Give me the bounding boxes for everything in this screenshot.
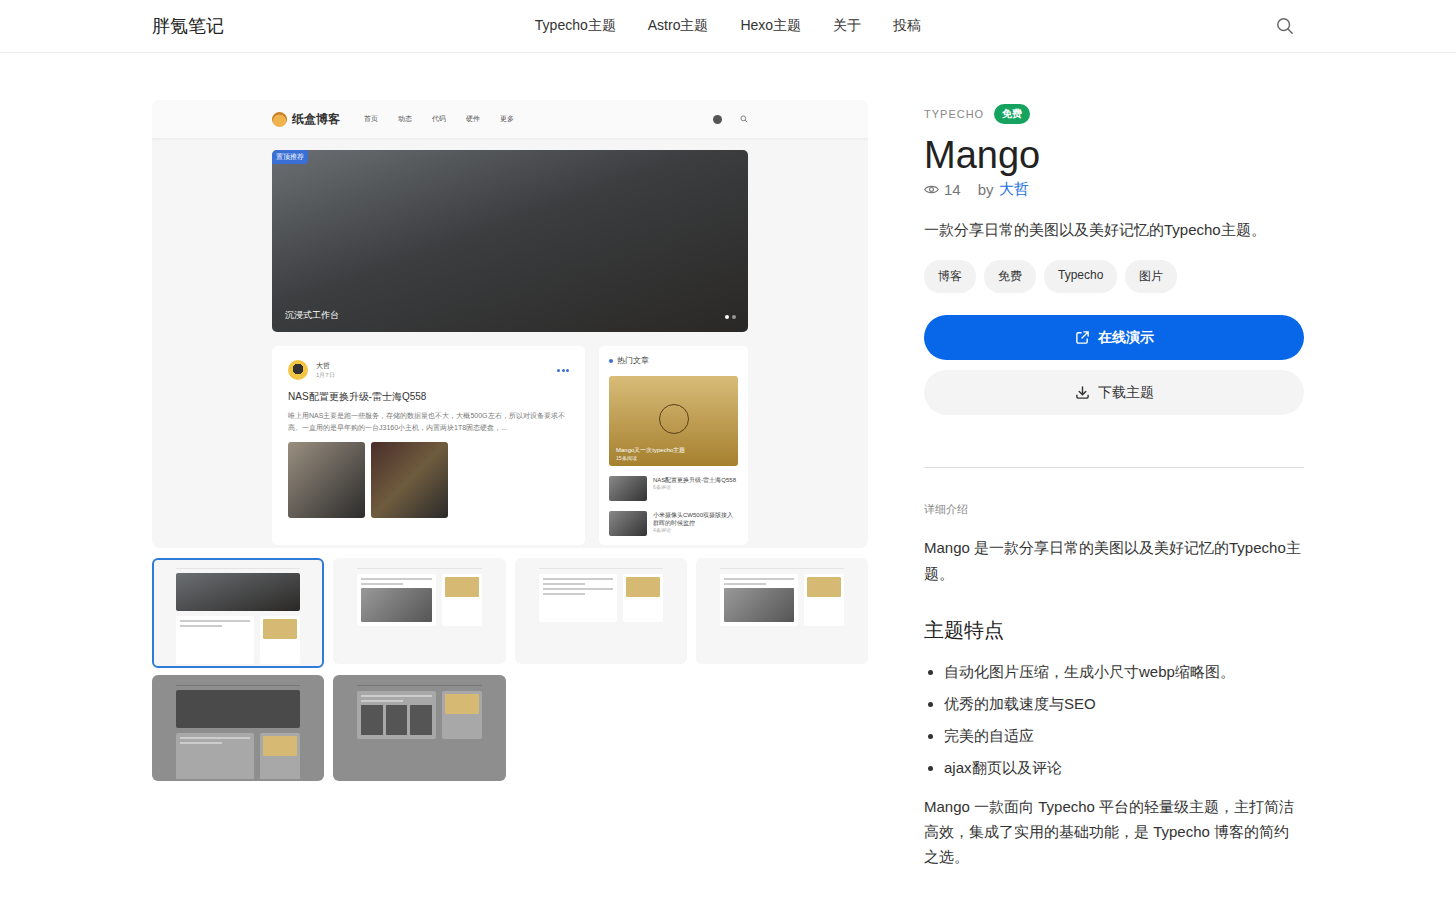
mango-logo-icon xyxy=(272,112,287,127)
summary: 一款分享日常的美图以及美好记忆的Typecho主题。 xyxy=(924,221,1304,240)
thumbnail[interactable] xyxy=(696,558,868,664)
nav-item[interactable]: Hexo主题 xyxy=(740,17,801,35)
eye-icon xyxy=(924,184,939,195)
search-icon[interactable] xyxy=(1276,17,1294,35)
banner-dot xyxy=(732,315,736,319)
features-heading: 主题特点 xyxy=(924,617,1304,644)
theme-info: TYPECHO 免费 Mango 14by大哲一款分享日常的美图以及美好记忆的Type… xyxy=(924,100,1304,869)
mini-hot-card: 热门文章Mango又一次typecho主题15条阅读NAS配置更换升级-雷士海Q… xyxy=(599,346,748,545)
intro-text: Mango 是一款分享日常的美图以及美好记忆的Typecho主题。 xyxy=(924,535,1304,587)
mini-header: 纸盒博客 首页 动态 代码 硬件 更多 xyxy=(152,100,868,138)
thumbnail-grid xyxy=(152,558,868,781)
feature-list: 自动化图片压缩，生成小尺寸webp缩略图。优秀的加载速度与SEO完美的自适应aj… xyxy=(924,656,1304,784)
hot-item: NAS配置更换升级-雷士海Q5586条评论 xyxy=(609,476,738,501)
thumbnail[interactable] xyxy=(152,558,324,668)
nav-item[interactable]: Astro主题 xyxy=(648,17,709,35)
banner-dot xyxy=(725,315,729,319)
divider xyxy=(924,467,1304,468)
theme-toggle-icon xyxy=(713,115,722,124)
author-link[interactable]: 大哲 xyxy=(999,180,1029,199)
tag[interactable]: Typecho xyxy=(1044,260,1117,293)
feature-item: ajax翻页以及评论 xyxy=(944,752,1304,784)
mini-nav-item: 动态 xyxy=(398,114,412,124)
mini-search-icon xyxy=(740,115,748,123)
site-logo[interactable]: 胖氪笔记 xyxy=(152,14,535,38)
more-icon xyxy=(557,369,569,372)
thumbnail[interactable] xyxy=(152,675,324,781)
feature-item: 优秀的加载速度与SEO xyxy=(944,688,1304,720)
meta-row: 14by大哲 xyxy=(924,180,1304,199)
view-count: 14 xyxy=(944,181,961,198)
page: 胖氪笔记Typecho主题 Astro主题 Hexo主题 关于 投稿纸盒博客 首页 动态 代码… xyxy=(0,0,1456,914)
demo-button[interactable]: 在线演示 xyxy=(924,315,1304,360)
nav-item[interactable]: Typecho主题 xyxy=(535,17,616,35)
theme-title: Mango xyxy=(924,132,1304,178)
feature-item: 完美的自适应 xyxy=(944,720,1304,752)
banner-caption: 沉浸式工作台 xyxy=(285,309,339,322)
thumbnail[interactable] xyxy=(333,675,505,781)
thumbnail[interactable] xyxy=(515,558,687,664)
avatar-icon xyxy=(288,360,308,380)
featured-post: Mango又一次typecho主题15条阅读 xyxy=(609,376,738,466)
nav-item[interactable]: 投稿 xyxy=(893,17,921,35)
feature-item: 自动化图片压缩，生成小尺寸webp缩略图。 xyxy=(944,656,1304,688)
mini-banner: 置顶推荐沉浸式工作台 xyxy=(272,150,748,332)
tag[interactable]: 免费 xyxy=(984,260,1036,293)
mini-nav-item: 首页 xyxy=(364,114,378,124)
category-label[interactable]: TYPECHO xyxy=(924,108,984,120)
mini-nav-item: 硬件 xyxy=(466,114,480,124)
main-nav: Typecho主题 Astro主题 Hexo主题 关于 投稿 xyxy=(535,17,921,35)
section-label: 详细介绍 xyxy=(924,502,1304,517)
preview-screenshot[interactable]: 纸盒博客 首页 动态 代码 硬件 更多置顶推荐沉浸式工作台大哲1月7日NAS配置更换升级-… xyxy=(152,100,868,548)
mini-nav-item: 代码 xyxy=(432,114,446,124)
gallery: 纸盒博客 首页 动态 代码 硬件 更多置顶推荐沉浸式工作台大哲1月7日NAS配置更换升级-… xyxy=(152,100,868,869)
price-badge: 免费 xyxy=(994,104,1030,124)
outro-text: Mango 一款面向 Typecho 平台的轻量级主题，主打简洁高效，集成了实用… xyxy=(924,794,1304,869)
mango-logo-icon xyxy=(659,404,689,434)
mini-post-card: 大哲1月7日NAS配置更换升级-雷士海Q558唯上用NAS主要是跑一些服务，存储… xyxy=(272,346,585,545)
download-button[interactable]: 下载主题 xyxy=(924,370,1304,415)
download-icon xyxy=(1075,385,1090,400)
thumbnail[interactable] xyxy=(333,558,505,664)
hot-item: 小米摄像头CW500双摄版接入群晖的时候监控4条评论 xyxy=(609,511,738,536)
tag[interactable]: 博客 xyxy=(924,260,976,293)
theme-detail: 纸盒博客 首页 动态 代码 硬件 更多置顶推荐沉浸式工作台大哲1月7日NAS配置更换升级-… xyxy=(152,100,1304,909)
mini-nav-item: 更多 xyxy=(500,114,514,124)
external-link-icon xyxy=(1075,330,1090,345)
banner-tag: 置顶推荐 xyxy=(272,150,308,164)
post-photo xyxy=(288,442,365,518)
mini-logo: 纸盒博客 xyxy=(272,111,340,128)
top-bar: 胖氪笔记Typecho主题 Astro主题 Hexo主题 关于 投稿 xyxy=(0,0,1456,53)
nav-item[interactable]: 关于 xyxy=(833,17,861,35)
post-photo xyxy=(371,442,448,518)
tag[interactable]: 图片 xyxy=(1125,260,1177,293)
